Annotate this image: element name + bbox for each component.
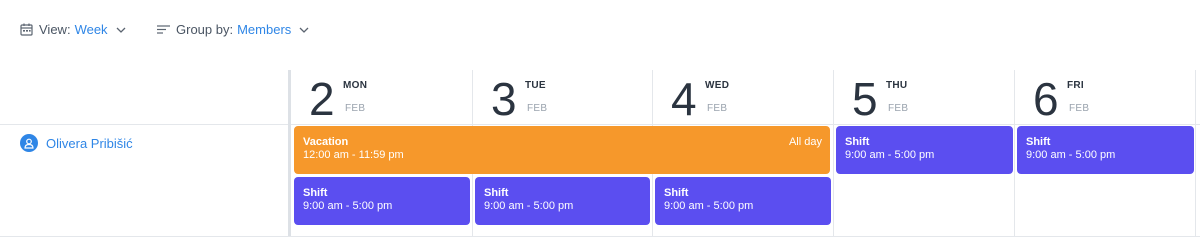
- day-of-week: WED: [705, 80, 730, 91]
- shift-event-wed[interactable]: Shift 9:00 am - 5:00 pm: [655, 177, 831, 225]
- member-name: Olivera Pribišić: [46, 135, 133, 151]
- calendar-icon: [20, 23, 33, 36]
- lines-icon: [157, 24, 170, 35]
- day-number: 5: [852, 73, 878, 125]
- day-month: FEB: [527, 103, 548, 114]
- week-grid: 2 MON FEB 3 TUE FEB 4 WED FEB 5 THU FEB …: [0, 70, 1200, 240]
- day-header-mon: 2 MON FEB: [291, 70, 472, 124]
- event-title: Shift: [1026, 136, 1051, 148]
- shift-event-thu[interactable]: Shift 9:00 am - 5:00 pm: [836, 126, 1013, 174]
- day-month: FEB: [888, 103, 909, 114]
- day-month: FEB: [1069, 103, 1090, 114]
- event-time: 9:00 am - 5:00 pm: [664, 200, 754, 212]
- day-number: 2: [309, 73, 335, 125]
- day-header-wed: 4 WED FEB: [653, 70, 833, 124]
- event-time: 9:00 am - 5:00 pm: [1026, 149, 1116, 161]
- day-month: FEB: [707, 103, 728, 114]
- day-of-week: THU: [886, 80, 908, 91]
- row-divider: [0, 236, 1200, 237]
- toolbar: View: Week Group by: Members: [0, 0, 1200, 60]
- view-label: View:: [39, 22, 71, 37]
- vacation-event[interactable]: Vacation 12:00 am - 11:59 pm All day: [294, 126, 830, 174]
- header-divider: [0, 124, 1200, 125]
- all-day-badge: All day: [788, 136, 822, 148]
- shift-event-tue[interactable]: Shift 9:00 am - 5:00 pm: [475, 177, 650, 225]
- group-by-label: Group by:: [176, 22, 234, 37]
- view-selector[interactable]: View: Week: [20, 22, 126, 37]
- event-title: Shift: [845, 136, 870, 148]
- event-title: Shift: [664, 187, 689, 199]
- chevron-down-icon: [299, 27, 309, 33]
- day-header-thu: 5 THU FEB: [834, 70, 1014, 124]
- day-of-week: MON: [343, 80, 368, 91]
- day-divider: [1195, 70, 1196, 236]
- day-of-week: TUE: [525, 80, 546, 91]
- event-time: 9:00 am - 5:00 pm: [845, 149, 935, 161]
- day-header-tue: 3 TUE FEB: [473, 70, 652, 124]
- event-title: Vacation: [303, 136, 349, 148]
- day-month: FEB: [345, 103, 366, 114]
- event-title: Shift: [303, 187, 328, 199]
- event-time: 12:00 am - 11:59 pm: [303, 149, 404, 161]
- group-by-value: Members: [237, 22, 292, 37]
- shift-event-fri[interactable]: Shift 9:00 am - 5:00 pm: [1017, 126, 1194, 174]
- member-olivera[interactable]: Olivera Pribišić: [20, 134, 133, 152]
- day-number: 3: [491, 73, 517, 125]
- shift-event-mon[interactable]: Shift 9:00 am - 5:00 pm: [294, 177, 470, 225]
- view-value: Week: [74, 22, 108, 37]
- day-number: 4: [671, 73, 697, 125]
- event-title: Shift: [484, 187, 509, 199]
- group-by-selector[interactable]: Group by: Members: [157, 22, 309, 37]
- day-number: 6: [1033, 73, 1059, 125]
- event-time: 9:00 am - 5:00 pm: [303, 200, 393, 212]
- user-icon: [20, 134, 38, 152]
- day-of-week: FRI: [1067, 80, 1085, 91]
- day-header-fri: 6 FRI FEB: [1015, 70, 1195, 124]
- chevron-down-icon: [116, 27, 126, 33]
- event-time: 9:00 am - 5:00 pm: [484, 200, 574, 212]
